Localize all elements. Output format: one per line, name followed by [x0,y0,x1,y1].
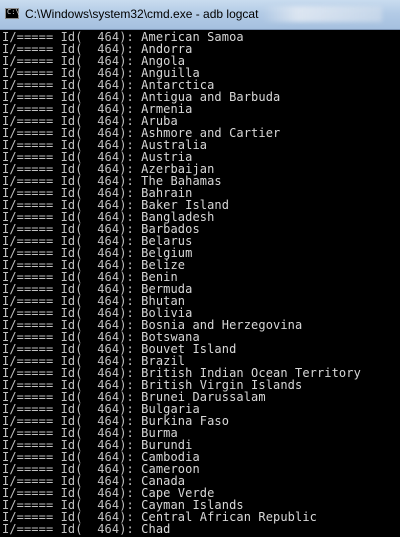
window-title: C:\Windows\system32\cmd.exe - adb logcat [25,7,259,21]
title-bar-blur [262,6,382,22]
cmd-window: C:\Windows\system32\cmd.exe - adb logcat… [0,0,400,537]
console-output[interactable]: I/===== Id( 464): American Samoa I/===== … [0,30,400,537]
log-line: I/===== Id( 464): Chad [2,523,170,535]
console-icon [5,8,20,19]
title-bar[interactable]: C:\Windows\system32\cmd.exe - adb logcat [0,0,400,30]
log-prefix: I/===== Id( 464): [2,522,142,536]
log-message: Chad [141,522,171,536]
